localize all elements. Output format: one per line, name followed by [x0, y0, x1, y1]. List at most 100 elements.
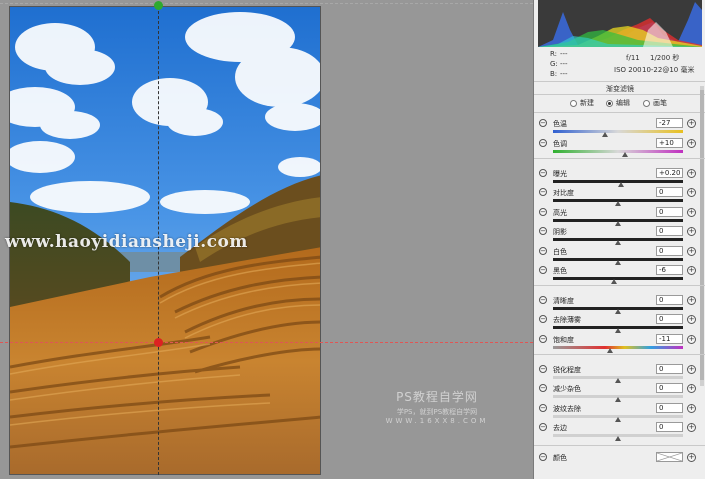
- slider-row: − 对比度 0 +: [534, 187, 705, 207]
- slider-track[interactable]: [553, 346, 683, 349]
- slider-label: 去除薄雾: [553, 316, 581, 324]
- slider-label: 清晰度: [553, 297, 574, 305]
- plus-circle-icon[interactable]: +: [687, 453, 696, 462]
- iso: ISO 200: [614, 66, 642, 74]
- minus-circle-icon[interactable]: −: [539, 139, 547, 147]
- plus-circle-icon[interactable]: +: [687, 384, 696, 393]
- histogram: [538, 0, 702, 47]
- plus-circle-icon[interactable]: +: [687, 315, 696, 324]
- minus-circle-icon[interactable]: −: [539, 119, 547, 127]
- minus-circle-icon[interactable]: −: [539, 247, 547, 255]
- plus-circle-icon[interactable]: +: [687, 296, 696, 305]
- minus-circle-icon[interactable]: −: [539, 266, 547, 274]
- slider-label: 色温: [553, 120, 567, 128]
- slider-value-input[interactable]: 0: [656, 383, 683, 393]
- slider-thumb[interactable]: [615, 397, 621, 402]
- minus-circle-icon[interactable]: −: [539, 227, 547, 235]
- slider-value-input[interactable]: 0: [656, 246, 683, 256]
- minus-circle-icon[interactable]: −: [539, 188, 547, 196]
- slider-value-input[interactable]: 0: [656, 364, 683, 374]
- minus-circle-icon[interactable]: −: [539, 296, 547, 304]
- slider-row: − 去除薄雾 0 +: [534, 314, 705, 334]
- mode-edit[interactable]: 编辑: [606, 98, 630, 108]
- slider-value-input[interactable]: 0: [656, 295, 683, 305]
- image-info: R: --- G: --- B: --- f/11 1/200 秒 ISO 200 1…: [534, 49, 705, 83]
- slider-value-input[interactable]: 0: [656, 207, 683, 217]
- minus-circle-icon[interactable]: −: [539, 365, 547, 373]
- slider-thumb[interactable]: [615, 240, 621, 245]
- slider-label: 锐化程度: [553, 366, 581, 374]
- slider-row: − 清晰度 0 +: [534, 295, 705, 315]
- slider-track[interactable]: [553, 150, 683, 153]
- slider-value-input[interactable]: -11: [656, 334, 683, 344]
- minus-circle-icon[interactable]: −: [539, 208, 547, 216]
- slider-value-input[interactable]: -27: [656, 118, 683, 128]
- plus-circle-icon[interactable]: +: [687, 139, 696, 148]
- mode-brush-radio[interactable]: [643, 99, 650, 107]
- slider-thumb[interactable]: [607, 348, 614, 353]
- slider-thumb[interactable]: [615, 328, 621, 333]
- plus-circle-icon[interactable]: +: [687, 404, 696, 413]
- plus-circle-icon[interactable]: +: [687, 169, 696, 178]
- mode-new-radio[interactable]: [570, 99, 577, 107]
- slider-thumb[interactable]: [621, 152, 628, 157]
- mode-new[interactable]: 新建: [570, 98, 594, 108]
- slider-row: − 曝光 +0.20 +: [534, 168, 705, 188]
- minus-circle-icon[interactable]: −: [539, 423, 547, 431]
- slider-thumb[interactable]: [615, 201, 621, 206]
- gradient-end-pin[interactable]: [154, 338, 163, 347]
- slider-row: − 色温 -27 +: [534, 118, 705, 138]
- slider-row: − 去边 0 +: [534, 422, 705, 442]
- slider-value-input[interactable]: +0.20: [656, 168, 683, 178]
- slider-track[interactable]: [553, 277, 683, 280]
- color-swatch[interactable]: [656, 452, 683, 462]
- slider-thumb[interactable]: [611, 279, 618, 284]
- slider-row: − 锐化程度 0 +: [534, 364, 705, 384]
- minus-circle-icon[interactable]: −: [539, 315, 547, 323]
- slider-row: − 高光 0 +: [534, 207, 705, 227]
- scrollbar-thumb[interactable]: [700, 90, 704, 380]
- plus-circle-icon[interactable]: +: [687, 266, 696, 275]
- slider-value-input[interactable]: +10: [656, 138, 683, 148]
- plus-circle-icon[interactable]: +: [687, 119, 696, 128]
- plus-circle-icon[interactable]: +: [687, 247, 696, 256]
- slider-row: − 色调 +10 +: [534, 138, 705, 158]
- shutter-speed: 1/200 秒: [650, 54, 680, 62]
- slider-label: 曝光: [553, 170, 567, 178]
- slider-track[interactable]: [553, 130, 683, 133]
- divider: [534, 112, 705, 113]
- slider-value-input[interactable]: 0: [656, 422, 683, 432]
- plus-circle-icon[interactable]: +: [687, 365, 696, 374]
- slider-thumb[interactable]: [615, 436, 621, 441]
- slider-value-input[interactable]: 0: [656, 403, 683, 413]
- slider-thumb[interactable]: [602, 132, 608, 137]
- image-canvas[interactable]: www.haoyidiansheji.com PS教程自学网 学PS，就到PS教…: [0, 0, 533, 479]
- logo-watermark-title: PS教程自学网: [396, 390, 478, 404]
- mode-edit-label: 编辑: [616, 99, 630, 107]
- plus-circle-icon[interactable]: +: [687, 335, 696, 344]
- slider-label: 饱和度: [553, 336, 574, 344]
- minus-circle-icon[interactable]: −: [539, 453, 547, 461]
- slider-value-input[interactable]: 0: [656, 226, 683, 236]
- slider-row: − 黑色 -6 +: [534, 265, 705, 285]
- gradient-start-pin[interactable]: [154, 1, 163, 10]
- mode-new-label: 新建: [580, 99, 594, 107]
- plus-circle-icon[interactable]: +: [687, 423, 696, 432]
- minus-circle-icon[interactable]: −: [539, 384, 547, 392]
- plus-circle-icon[interactable]: +: [687, 188, 696, 197]
- plus-circle-icon[interactable]: +: [687, 208, 696, 217]
- slider-row: − 阴影 0 +: [534, 226, 705, 246]
- minus-circle-icon[interactable]: −: [539, 335, 547, 343]
- mode-edit-radio[interactable]: [606, 99, 613, 107]
- gradient-guide-line[interactable]: [0, 342, 533, 343]
- plus-circle-icon[interactable]: +: [687, 227, 696, 236]
- slider-value-input[interactable]: 0: [656, 314, 683, 324]
- logo-watermark-url: WWW.16XX8.COM: [385, 417, 489, 425]
- slider-value-input[interactable]: 0: [656, 187, 683, 197]
- slider-label: 阴影: [553, 228, 567, 236]
- minus-circle-icon[interactable]: −: [539, 169, 547, 177]
- mode-brush[interactable]: 画笔: [643, 98, 667, 108]
- slider-value-input[interactable]: -6: [656, 265, 683, 275]
- panel-scrollbar[interactable]: [700, 86, 704, 386]
- minus-circle-icon[interactable]: −: [539, 404, 547, 412]
